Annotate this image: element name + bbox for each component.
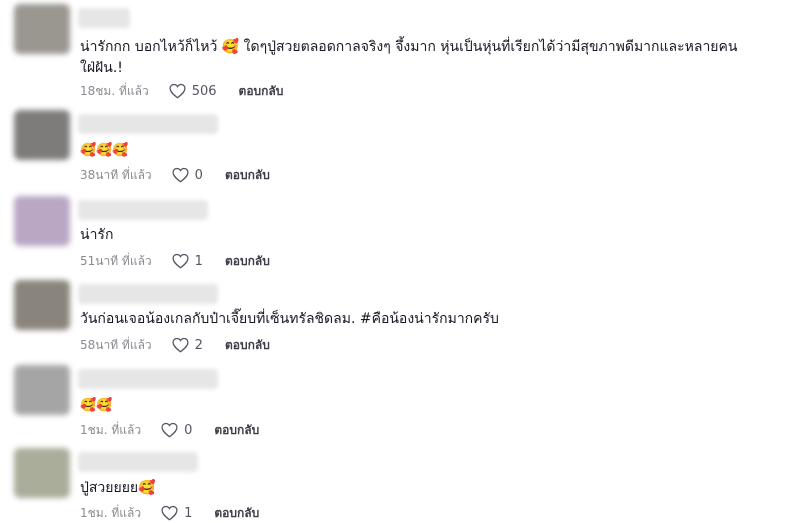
avatar[interactable] — [14, 448, 70, 498]
username-blurred[interactable] — [78, 114, 218, 134]
heart-icon — [161, 505, 178, 521]
like-count: 1 — [184, 505, 193, 521]
avatar[interactable] — [14, 110, 70, 160]
heart-icon — [161, 422, 178, 438]
comment-meta: 1ชม. ที่แล้ว 0 ตอบกลับ — [80, 421, 259, 439]
heart-icon — [172, 253, 189, 269]
like-count: 2 — [194, 337, 203, 353]
comment-meta: 58นาที ที่แล้ว 2 ตอบกลับ — [80, 336, 270, 354]
reply-button[interactable]: ตอบกลับ — [225, 336, 270, 355]
comment-text: วันก่อนเจอน้องเกลกับป๋าเจี๊ยบที่เซ็นทรัล… — [80, 311, 499, 327]
comment-text: 🥰🥰 — [80, 398, 113, 413]
comment-meta: 18ชม. ที่แล้ว 506 ตอบกลับ — [80, 82, 283, 100]
comment-text: น่ารักกก บอกไหว้ก็ไหว้ 🥰 ใดๆปู่สวยตลอดกา… — [80, 39, 738, 76]
username-blurred[interactable] — [78, 369, 218, 389]
like-count: 506 — [191, 83, 217, 99]
heart-icon — [172, 337, 189, 353]
comment-time: 1ชม. ที่แล้ว — [80, 422, 142, 437]
reply-button[interactable]: ตอบกลับ — [225, 252, 270, 271]
avatar[interactable] — [14, 196, 70, 246]
reply-button[interactable]: ตอบกลับ — [214, 421, 259, 440]
reply-button[interactable]: ตอบกลับ — [239, 82, 284, 101]
reply-button[interactable]: ตอบกลับ — [214, 504, 259, 523]
avatar[interactable] — [14, 4, 70, 54]
like-button[interactable]: 2 — [172, 337, 203, 353]
comment-time: 38นาที ที่แล้ว — [80, 167, 152, 182]
comment-time: 1ชม. ที่แล้ว — [80, 505, 142, 520]
avatar[interactable] — [14, 365, 70, 415]
heart-icon — [172, 167, 189, 183]
comment-meta: 51นาที ที่แล้ว 1 ตอบกลับ — [80, 252, 270, 270]
comment-text: น่ารัก — [80, 227, 114, 243]
username-blurred[interactable] — [78, 452, 198, 472]
like-button[interactable]: 0 — [172, 167, 203, 183]
comment-meta: 38นาที ที่แล้ว 0 ตอบกลับ — [80, 166, 270, 184]
like-button[interactable]: 506 — [169, 83, 217, 99]
like-button[interactable]: 1 — [172, 253, 203, 269]
comment-text: 🥰🥰🥰 — [80, 143, 129, 158]
like-count: 0 — [184, 422, 193, 438]
username-blurred[interactable] — [78, 284, 218, 304]
reply-button[interactable]: ตอบกลับ — [225, 166, 270, 185]
comment-time: 58นาที ที่แล้ว — [80, 337, 152, 352]
comment-time: 18ชม. ที่แล้ว — [80, 83, 149, 98]
like-button[interactable]: 1 — [161, 505, 192, 521]
username-blurred[interactable] — [78, 200, 208, 220]
like-button[interactable]: 0 — [161, 422, 192, 438]
like-count: 1 — [194, 253, 203, 269]
avatar[interactable] — [14, 280, 70, 330]
username-blurred[interactable] — [78, 8, 130, 28]
comment-time: 51นาที ที่แล้ว — [80, 253, 152, 268]
comment-text: ปู่สวยยยย🥰 — [80, 480, 156, 496]
comment-meta: 1ชม. ที่แล้ว 1 ตอบกลับ — [80, 504, 259, 522]
heart-icon — [169, 83, 186, 99]
like-count: 0 — [194, 167, 203, 183]
